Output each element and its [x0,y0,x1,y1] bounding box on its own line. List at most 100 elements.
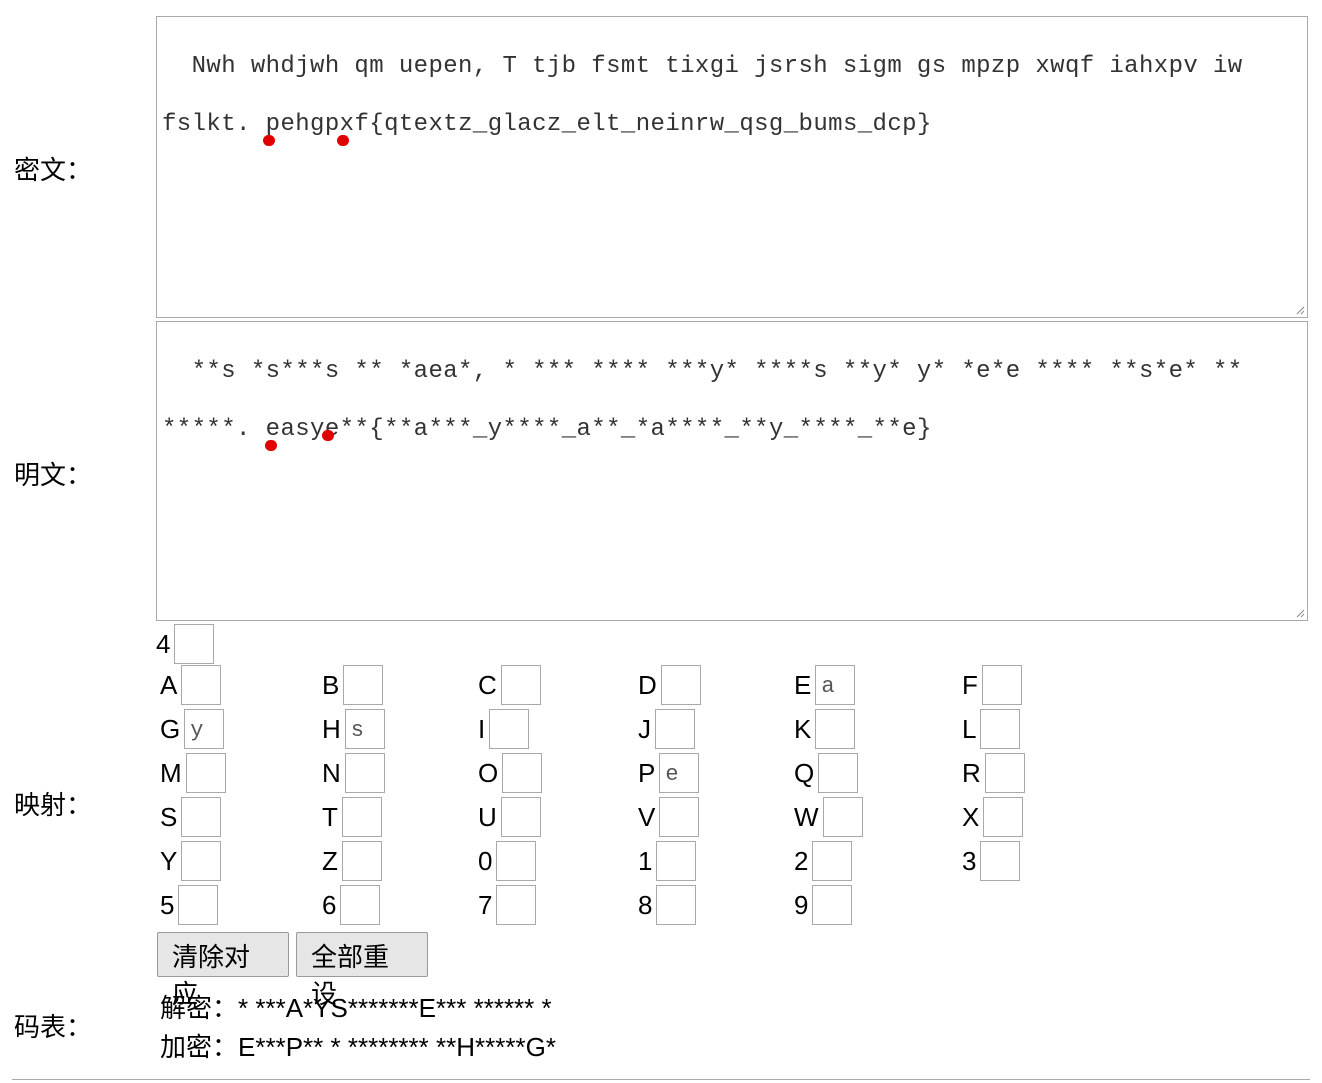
mapping-char-label: O [478,757,499,788]
mapping-item-7: 7 [478,885,537,925]
mapping-input-n[interactable] [344,753,385,793]
mapping-input-y[interactable] [181,841,222,881]
mapping-item-q: Q [794,753,859,793]
mapping-char-label: 4 [156,628,171,659]
mapping-char-label: H [322,713,341,744]
mapping-input-f[interactable] [981,665,1022,705]
mapping-input-s[interactable] [181,797,222,837]
ciphertext-textarea[interactable]: Nwh whdjwh qm uepen, T tjb fsmt tixgi js… [156,16,1308,318]
codetable-encrypt: 加密：E***P** * ******** **H*****G* [160,1032,556,1062]
mapping-char-label: 0 [478,845,493,876]
mapping-item-a: A [160,665,222,705]
mapping-item-w: W [794,797,863,837]
mapping-input-z[interactable] [341,841,382,881]
mapping-input-8[interactable] [656,885,697,925]
mapping-item-m: M [160,753,226,793]
mapping-char-label: A [160,669,178,700]
mapping-input-6[interactable] [340,885,381,925]
annotation-dot [262,135,275,146]
mapping-input-4[interactable] [174,624,215,664]
mapping-input-2[interactable] [812,841,853,881]
codetable-decrypt: 解密：* ***A*YS*******E*** ****** * [160,993,552,1023]
mapping-input-c[interactable] [500,665,541,705]
ciphertext-line-2-suffix: f{qtextz_glacz_elt_neinrw_qsg_bums_dcp} [354,111,932,138]
mapping-char-label: 5 [160,889,175,920]
mapping-char-label: V [638,801,656,832]
mapping-item-z: Z [322,841,382,881]
mapping-input-w[interactable] [822,797,863,837]
mapping-item-1: 1 [638,841,697,881]
mapping-item-n: N [322,753,385,793]
mapping-char-label: 6 [322,889,337,920]
mapping-char-label: X [962,801,980,832]
mapping-label: 映射： [14,790,93,820]
mapping-item-e: Ea [794,665,856,705]
mapping-input-3[interactable] [980,841,1021,881]
plaintext-line-2-suffix: **{**a***_y****_a**_*a****_**y_****_**e} [339,416,932,443]
plaintext-textarea[interactable]: **s *s***s ** *aea*, * *** **** ***y* **… [156,321,1308,621]
mapping-char-label: 7 [478,889,493,920]
mapping-char-label: 1 [638,845,653,876]
mapping-item-o: O [478,753,543,793]
mapping-input-k[interactable] [815,709,856,749]
mapping-item-p: Pe [638,753,700,793]
mapping-input-9[interactable] [812,885,853,925]
plaintext-marked-char-1: e [264,416,281,451]
mapping-input-l[interactable] [980,709,1021,749]
mapping-char-label: J [638,713,651,744]
mapping-input-x[interactable] [983,797,1024,837]
mapping-item-g: Gy [160,709,225,749]
resize-handle-icon[interactable] [1295,608,1305,618]
mapping-char-label: U [478,801,497,832]
mapping-input-m[interactable] [185,753,226,793]
plaintext-line-2-middle: asy [280,416,325,443]
clear-mapping-button[interactable]: 清除对应 [157,932,289,1009]
mapping-input-h[interactable]: s [344,709,385,749]
mapping-item-c: C [478,665,541,705]
ciphertext-marked-char-2: x [336,111,355,146]
reset-all-button[interactable]: 全部重设 [296,932,428,1009]
resize-handle-icon[interactable] [1295,305,1305,315]
mapping-input-i[interactable] [489,709,530,749]
mapping-char-label: B [322,669,340,700]
mapping-char-label: W [794,801,819,832]
mapping-input-t[interactable] [341,797,382,837]
mapping-input-b[interactable] [343,665,384,705]
mapping-input-o[interactable] [502,753,543,793]
mapping-input-v[interactable] [659,797,700,837]
mapping-input-r[interactable] [984,753,1025,793]
mapping-item-x: X [962,797,1024,837]
mapping-item-b: B [322,665,384,705]
mapping-item-4: 4 [156,624,215,664]
mapping-char-label: M [160,757,182,788]
mapping-item-i: I [478,709,530,749]
mapping-input-a[interactable] [181,665,222,705]
mapping-input-5[interactable] [178,885,219,925]
mapping-input-u[interactable] [500,797,541,837]
mapping-input-0[interactable] [496,841,537,881]
ciphertext-line-2-middle: ehgp [280,111,340,138]
mapping-char-label: G [160,713,181,744]
mapping-input-d[interactable] [660,665,701,705]
mapping-input-j[interactable] [655,709,695,749]
plaintext-marked-char-2: e [321,416,340,443]
mapping-char-label: T [322,801,338,832]
mapping-input-g[interactable]: y [184,709,225,749]
mapping-input-7[interactable] [496,885,537,925]
mapping-input-p[interactable]: e [659,753,700,793]
mapping-char-label: E [794,669,812,700]
mapping-input-1[interactable] [656,841,697,881]
mapping-char-label: R [962,757,981,788]
mapping-item-9: 9 [794,885,853,925]
mapping-char-label: P [638,757,656,788]
mapping-item-0: 0 [478,841,537,881]
mapping-char-label: I [478,713,486,744]
ciphertext-line-1: Nwh whdjwh qm uepen, T tjb fsmt tixgi js… [191,53,1243,80]
mapping-char-label: C [478,669,497,700]
mapping-char-label: K [794,713,812,744]
mapping-input-e[interactable]: a [815,665,856,705]
plaintext-line-2-prefix: *****. [162,416,266,443]
mapping-item-f: F [962,665,1022,705]
codetable-label: 码表： [14,1012,93,1042]
mapping-input-q[interactable] [818,753,859,793]
